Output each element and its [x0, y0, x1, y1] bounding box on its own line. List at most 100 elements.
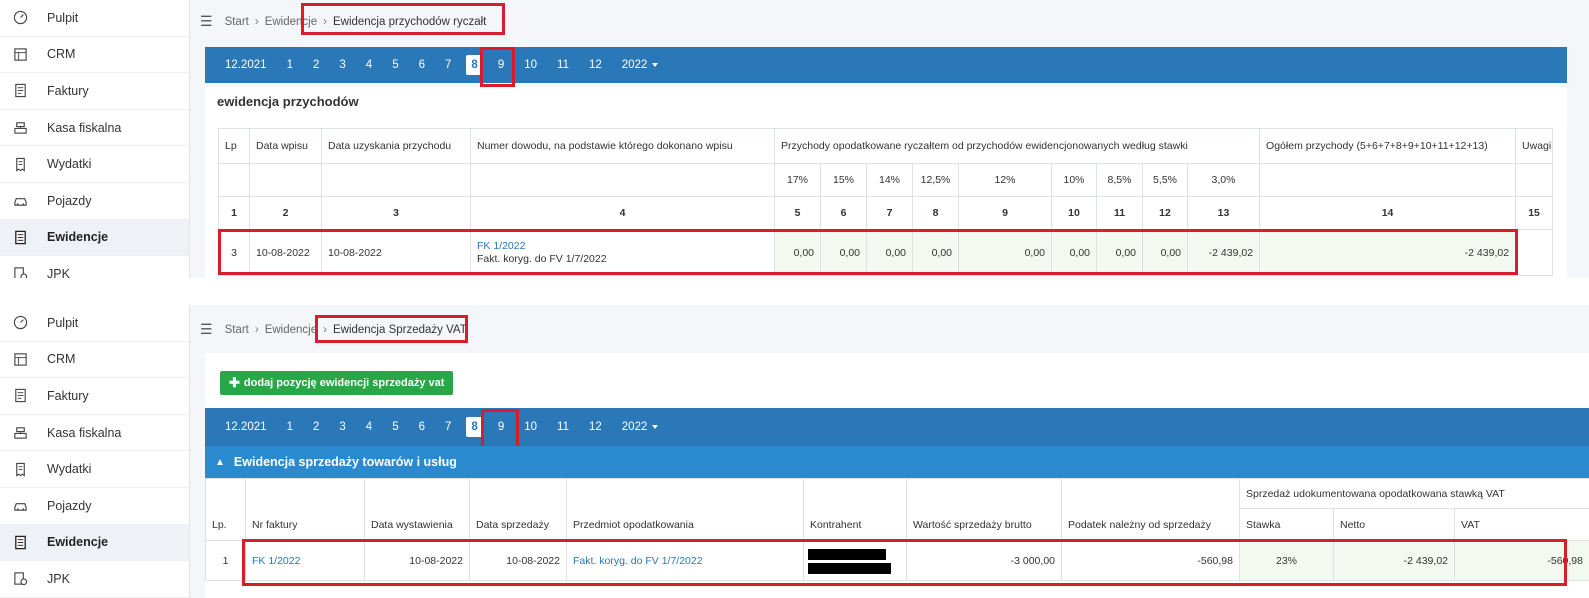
row-numer-dowodu: FK 1/2022 Fakt. koryg. do FV 1/7/2022: [470, 229, 775, 276]
month-tab[interactable]: 1: [277, 55, 303, 75]
rate-cell: 10%: [1051, 163, 1097, 197]
month-label: 7: [445, 59, 452, 71]
row-value: 0,00: [866, 229, 913, 276]
month-tab[interactable]: 9: [488, 55, 514, 75]
sidebar: Pulpit CRM Faktury Kasa fiskalna Wydatki Poja…: [0, 305, 190, 598]
breadcrumb-middle[interactable]: Ewidencje: [265, 324, 317, 336]
month-tab[interactable]: 2: [303, 417, 329, 437]
subject-link[interactable]: Fakt. koryg. do FV 1/7/2022: [566, 540, 804, 581]
sidebar-item-pojazdy[interactable]: Pojazdy: [0, 183, 189, 220]
month-tab[interactable]: 3: [329, 55, 355, 75]
month-label: 2: [312, 59, 320, 71]
row-value: 0,00: [912, 229, 959, 276]
sidebar-item-ewidencje[interactable]: Ewidencje: [0, 524, 189, 562]
document-link[interactable]: FK 1/2022: [477, 240, 768, 253]
year-dropdown[interactable]: 2022: [612, 417, 669, 437]
month-tab[interactable]: 7: [435, 55, 461, 75]
month-label: 5: [392, 59, 399, 71]
receipt-icon: [12, 461, 28, 477]
table-row[interactable]: 1 FK 1/2022 10-08-2022 10-08-2022 Fakt. …: [205, 540, 1589, 581]
sidebar-item-label: Ewidencje: [47, 535, 109, 550]
month-tab[interactable]: 12.2021: [215, 417, 277, 437]
menu-toggle-icon[interactable]: ☰: [200, 13, 213, 30]
month-tab[interactable]: 6: [409, 417, 435, 437]
income-table: Lp Data wpisu Data uzyskania przychodu N…: [218, 128, 1554, 276]
col-header-data-sprzedazy: Data sprzedaży: [469, 478, 567, 541]
breadcrumb: ☰ Start › Ewidencje › Ewidencja przychod…: [200, 13, 486, 30]
section-header[interactable]: ▲ Ewidencja sprzedaży towarów i usług: [205, 446, 1589, 478]
sidebar-item-wydatki[interactable]: Wydatki: [0, 146, 189, 183]
month-tab[interactable]: 9: [488, 417, 514, 437]
sidebar-item-crm[interactable]: CRM: [0, 37, 189, 74]
sidebar-item-label: Pulpit: [47, 315, 79, 330]
year-dropdown[interactable]: 2022: [612, 55, 669, 75]
breadcrumb-middle[interactable]: Ewidencje: [265, 16, 317, 28]
month-label: 12: [588, 421, 602, 433]
breadcrumb-start[interactable]: Start: [225, 324, 249, 336]
sidebar-item-kasa-fiskalna[interactable]: Kasa fiskalna: [0, 415, 189, 452]
row-uwagi: [1515, 229, 1554, 276]
month-label: 10: [524, 421, 538, 433]
sidebar-item-pulpit[interactable]: Pulpit: [0, 305, 189, 342]
month-tab[interactable]: 10: [514, 55, 547, 75]
month-tab-active[interactable]: 8: [466, 55, 483, 75]
month-tab[interactable]: 11: [547, 55, 579, 75]
sidebar-item-jpk[interactable]: JPK: [0, 561, 189, 598]
month-label: 7: [445, 421, 452, 433]
sidebar-item-faktury[interactable]: Faktury: [0, 378, 189, 415]
month-tab[interactable]: 12.2021: [215, 55, 277, 75]
month-tab[interactable]: 4: [356, 417, 382, 437]
col-number: 2: [249, 196, 322, 230]
month-tab[interactable]: 5: [382, 55, 408, 75]
sidebar-item-faktury[interactable]: Faktury: [0, 73, 189, 110]
month-tab[interactable]: 5: [382, 417, 408, 437]
row-vat: -560,98: [1454, 540, 1589, 581]
section-title: Ewidencja sprzedaży towarów i usług: [233, 455, 457, 469]
col-header-wartosc-brutto: Wartość sprzedaży brutto: [906, 478, 1062, 541]
sidebar-item-jpk[interactable]: JPK: [0, 256, 189, 278]
month-tab[interactable]: 4: [356, 55, 382, 75]
month-tab[interactable]: 11: [547, 417, 579, 437]
rate-cell: 8,5%: [1096, 163, 1143, 197]
col-header-data-uzyskania: Data uzyskania przychodu: [321, 128, 471, 164]
document-icon: [12, 229, 28, 245]
table-header-row: Lp. Nr faktury Data wystawienia Data spr…: [205, 478, 1589, 541]
add-sales-entry-button[interactable]: ✚ dodaj pozycję ewidencji sprzedaży vat: [220, 371, 454, 395]
sidebar-item-pojazdy[interactable]: Pojazdy: [0, 488, 189, 525]
month-tab[interactable]: 12: [579, 417, 612, 437]
month-label: 11: [557, 421, 569, 433]
sidebar-item-label: Kasa fiskalna: [47, 120, 122, 135]
sidebar-item-label: JPK: [47, 266, 70, 278]
table-row[interactable]: 3 10-08-2022 10-08-2022 FK 1/2022 Fakt. …: [218, 229, 1554, 276]
month-tab[interactable]: 12: [579, 55, 612, 75]
menu-toggle-icon[interactable]: ☰: [200, 321, 213, 338]
month-label: 9: [497, 59, 505, 71]
month-tab[interactable]: 2: [303, 55, 329, 75]
col-number: 13: [1186, 196, 1261, 230]
col-header-kontrahent: Kontrahent: [803, 478, 907, 541]
sidebar-item-label: Kasa fiskalna: [47, 425, 122, 440]
row-value: 0,00: [820, 229, 867, 276]
month-tab[interactable]: 3: [329, 417, 355, 437]
month-tab[interactable]: 7: [435, 417, 461, 437]
month-tab[interactable]: 1: [277, 417, 303, 437]
col-number: 10: [1051, 196, 1097, 230]
breadcrumb-start[interactable]: Start: [225, 16, 249, 28]
month-tab[interactable]: 6: [409, 55, 435, 75]
document-icon: [12, 534, 28, 550]
col-header-nr-faktury: Nr faktury: [245, 478, 365, 541]
month-tab-active[interactable]: 8: [466, 417, 483, 437]
row-value: 0,00: [774, 229, 821, 276]
sidebar-item-pulpit[interactable]: Pulpit: [0, 0, 189, 37]
caret-down-icon: [652, 62, 659, 67]
sidebar-item-ewidencje[interactable]: Ewidencje: [0, 219, 189, 257]
col-number: 4: [470, 196, 775, 230]
row-lp: 3: [218, 229, 250, 276]
invoice-link[interactable]: FK 1/2022: [245, 540, 365, 581]
sidebar-item-label: Faktury: [47, 83, 89, 98]
chevron-up-icon[interactable]: ▲: [215, 457, 225, 468]
sidebar-item-wydatki[interactable]: Wydatki: [0, 451, 189, 488]
month-tab[interactable]: 10: [514, 417, 547, 437]
sidebar-item-crm[interactable]: CRM: [0, 342, 189, 379]
sidebar-item-kasa-fiskalna[interactable]: Kasa fiskalna: [0, 110, 189, 147]
